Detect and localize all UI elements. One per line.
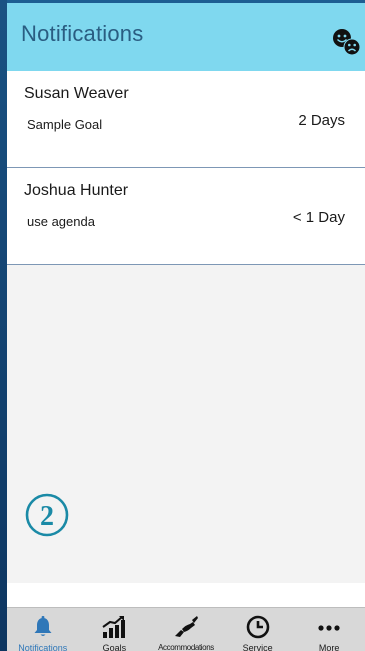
notification-row[interactable]: Susan Weaver Sample Goal 2 Days <box>7 71 365 168</box>
tab-accommodations[interactable]: Accommodations <box>150 608 222 651</box>
clock-icon <box>244 614 272 640</box>
bar-chart-icon <box>100 614 128 640</box>
tab-label: Notifications <box>18 643 68 651</box>
tab-service[interactable]: Service <box>222 608 294 651</box>
page-title: Notifications <box>21 21 144 46</box>
tab-more[interactable]: More <box>293 608 365 651</box>
tab-bar: Notifications Goals Accommodations Servi… <box>7 607 365 651</box>
goal-name: Sample Goal <box>27 117 103 132</box>
notification-row[interactable]: Joshua Hunter use agenda < 1 Day <box>7 168 365 265</box>
mood-faces-icon[interactable] <box>331 27 361 57</box>
step-badge: 2 <box>24 492 70 538</box>
spacer <box>7 583 365 607</box>
time-elapsed: < 1 Day <box>292 209 345 226</box>
tab-label: Goals <box>102 643 127 651</box>
bell-icon <box>29 614 57 640</box>
student-name: Susan Weaver <box>24 85 129 102</box>
empty-area: 2 <box>7 265 365 583</box>
time-elapsed: 2 Days <box>298 112 345 129</box>
tab-notifications[interactable]: Notifications <box>7 608 79 651</box>
screen: Notifications Susan Weaver Sample Goal 2… <box>7 0 365 651</box>
tab-goals[interactable]: Goals <box>79 608 151 651</box>
handshake-icon <box>172 614 200 640</box>
student-name: Joshua Hunter <box>24 182 129 199</box>
tab-label: More <box>318 643 340 651</box>
notification-list: Susan Weaver Sample Goal 2 Days Joshua H… <box>7 71 365 265</box>
tab-label: Service <box>242 643 273 651</box>
tab-label: Accommodations <box>158 643 214 651</box>
goal-name: use agenda <box>27 214 95 229</box>
badge-number: 2 <box>40 501 54 532</box>
header-bar: Notifications <box>7 0 365 71</box>
app-frame: Notifications Susan Weaver Sample Goal 2… <box>0 0 365 651</box>
more-dots-icon <box>315 614 343 640</box>
